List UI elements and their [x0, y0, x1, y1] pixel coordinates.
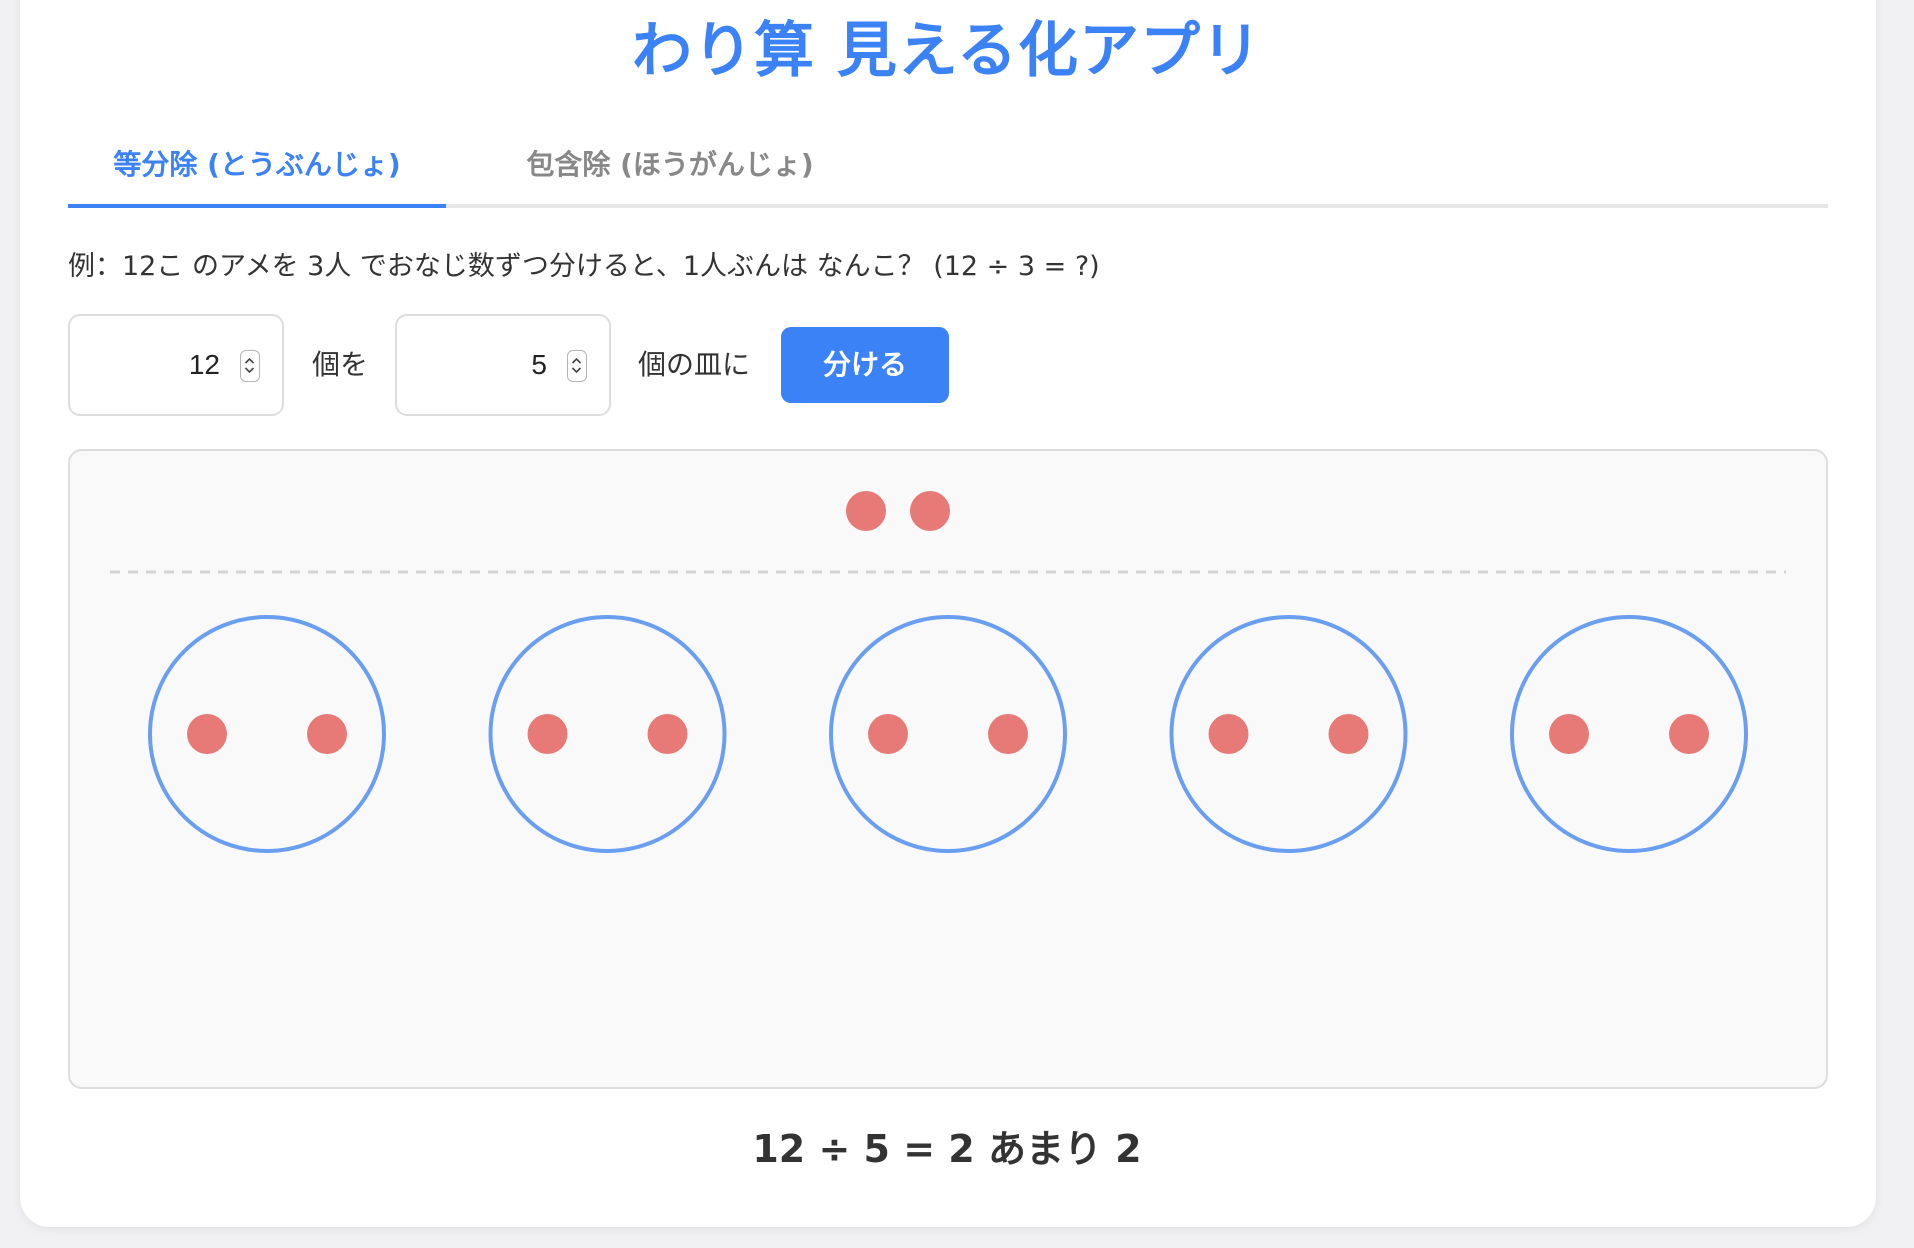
visualization-canvas [110, 491, 1786, 853]
tab-quotative-division[interactable]: 包含除 (ほうがんじょ) [484, 140, 856, 204]
group-count-stepper[interactable] [567, 350, 587, 382]
result-equation: 12 ÷ 5 = 2 あまり 2 [752, 1127, 1142, 1171]
total-count-value: 12 [188, 349, 220, 380]
plate-item [868, 714, 908, 754]
plate-item [187, 714, 227, 754]
plate [1169, 615, 1408, 853]
plate-item [527, 714, 568, 754]
total-count-label: 個を [312, 348, 369, 381]
plate-item [307, 714, 347, 754]
chevron-down-icon[interactable] [244, 367, 255, 374]
plate [488, 615, 727, 853]
page-title: わり算 見える化アプリ [631, 16, 1263, 86]
example-text: 例：12こ のアメを 3人 でおなじ数ずつ分けると、1人ぶんは なんこ？ (12… [68, 251, 1100, 282]
plate-item [1549, 714, 1589, 754]
group-count-input[interactable]: 5 [395, 314, 611, 416]
division-visualization [68, 449, 1828, 1089]
plate-item [1208, 714, 1249, 754]
tab-equal-division[interactable]: 等分除 (とうぶんじょ) [68, 140, 446, 208]
group-count-value: 5 [531, 349, 547, 380]
tab-bar: 等分除 (とうぶんじょ) 包含除 (ほうがんじょ) [68, 140, 1828, 208]
total-count-input[interactable]: 12 [68, 314, 284, 416]
total-count-stepper[interactable] [240, 350, 260, 382]
remainder-item [846, 491, 886, 531]
plate [1510, 615, 1748, 853]
chevron-up-icon[interactable] [571, 357, 582, 364]
chevron-down-icon[interactable] [571, 367, 582, 374]
plate [829, 615, 1067, 853]
group-count-label: 個の皿に [638, 348, 751, 381]
remainder-item [910, 491, 950, 531]
divide-button[interactable]: 分ける [781, 327, 949, 403]
plate [148, 615, 386, 853]
plate-item [1328, 714, 1369, 754]
plate-item [1669, 714, 1709, 754]
chevron-up-icon[interactable] [244, 357, 255, 364]
plate-item [988, 714, 1028, 754]
plate-item [647, 714, 688, 754]
